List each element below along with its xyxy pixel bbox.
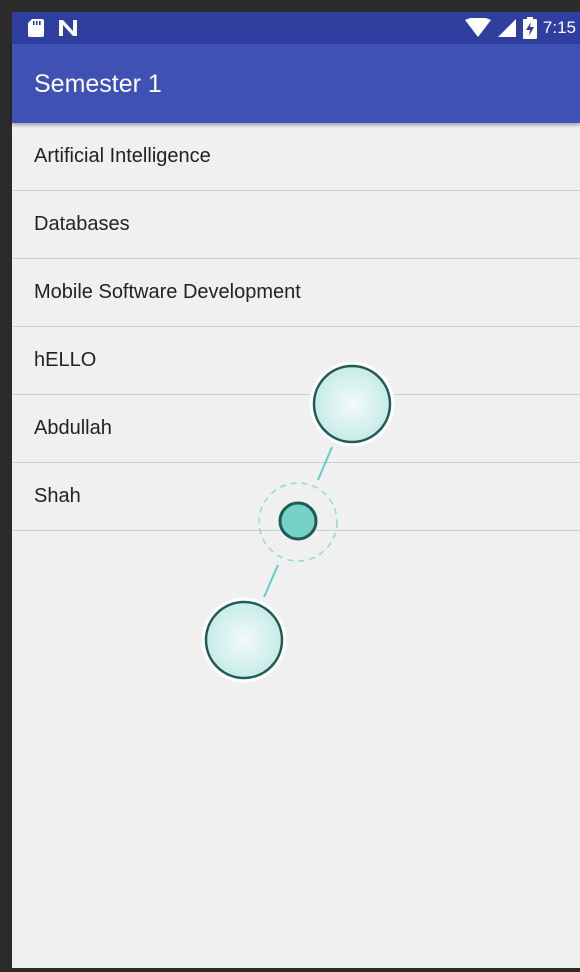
page-title: Semester 1 (34, 70, 162, 98)
list-item-label: Databases (34, 213, 130, 235)
course-list: Artificial Intelligence Databases Mobile… (12, 123, 580, 968)
status-bar: 7:15 (12, 12, 580, 44)
sd-card-icon (28, 19, 44, 37)
device-frame-left (0, 0, 12, 972)
list-item-mobile-software-development[interactable]: Mobile Software Development (12, 259, 580, 327)
list-item-label: Artificial Intelligence (34, 145, 211, 167)
list-item-hello[interactable]: hELLO (12, 327, 580, 395)
list-item-shah[interactable]: Shah (12, 463, 580, 531)
battery-icon (522, 17, 537, 39)
app-bar: Semester 1 (12, 44, 580, 123)
wifi-icon (464, 18, 491, 38)
cell-signal-icon (497, 18, 517, 38)
list-item-label: hELLO (34, 349, 97, 371)
status-time: 7:15 (542, 18, 576, 37)
list-item-databases[interactable]: Databases (12, 191, 580, 259)
list-item-artificial-intelligence[interactable]: Artificial Intelligence (12, 123, 580, 191)
list-item-label: Shah (34, 485, 81, 507)
n-notification-icon (58, 19, 78, 37)
list-item-label: Abdullah (34, 417, 112, 439)
list-item-label: Mobile Software Development (34, 281, 301, 303)
list-item-abdullah[interactable]: Abdullah (12, 395, 580, 463)
device-frame-bottom (0, 968, 580, 972)
